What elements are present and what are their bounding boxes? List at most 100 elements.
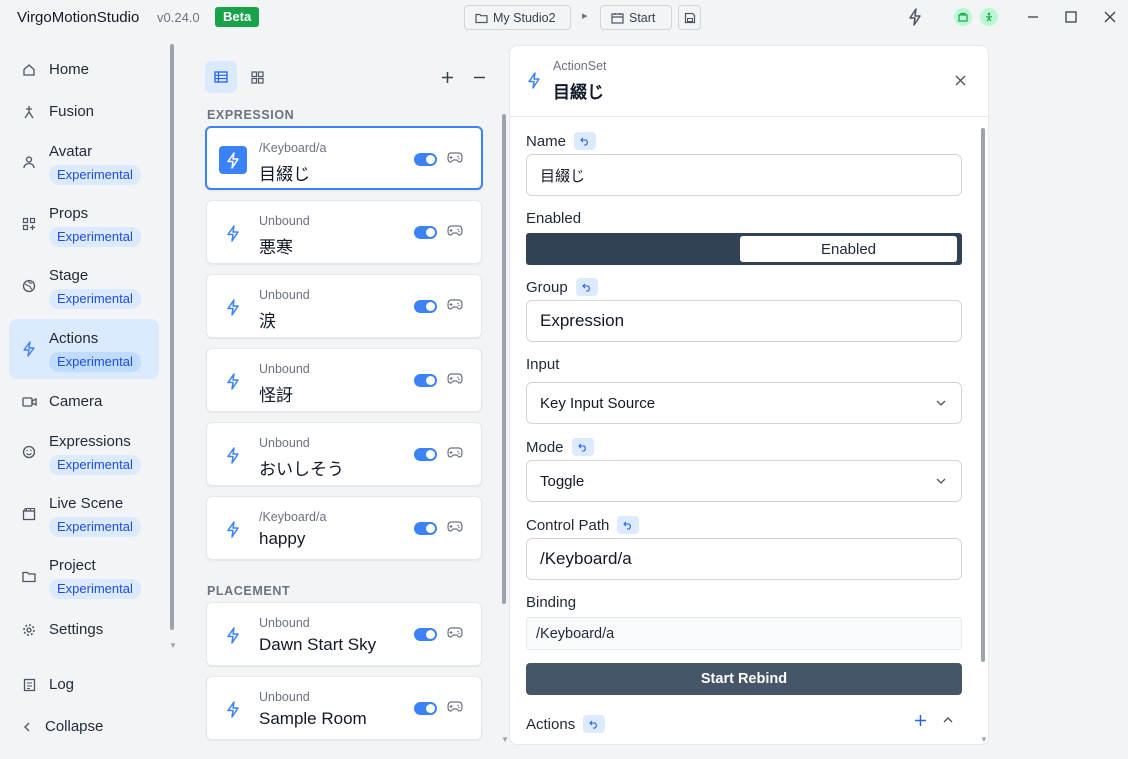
enable-toggle[interactable]: [414, 226, 437, 239]
enable-toggle[interactable]: [414, 374, 437, 387]
close-detail-button[interactable]: [951, 71, 969, 89]
action-card[interactable]: Unbound おいしそう: [206, 422, 482, 486]
mode-value: Toggle: [540, 472, 585, 490]
sidebar-item-project[interactable]: Project Experimental: [9, 552, 159, 600]
input-source-select[interactable]: Key Input Source: [526, 382, 962, 424]
action-card[interactable]: /Keyboard/a 目綴じ: [205, 126, 483, 190]
connection-status-icon[interactable]: [954, 8, 972, 26]
sidebar-item-actions[interactable]: Actions Experimental: [9, 319, 159, 379]
collapse-label: Collapse: [45, 718, 104, 735]
sidebar-item-live-scene[interactable]: Live Scene Experimental: [9, 490, 159, 538]
chevron-left-icon: [19, 719, 35, 735]
grid-view-button[interactable]: [241, 61, 273, 93]
sidebar-item-camera[interactable]: Camera: [9, 388, 159, 416]
action-card[interactable]: Unbound Dawn Start Sky: [206, 602, 482, 666]
action-card[interactable]: /Keyboard/a happy: [206, 496, 482, 560]
experimental-badge: Experimental: [49, 579, 141, 599]
sidebar: Home Fusion Avatar Experimental Props Ex…: [0, 34, 178, 759]
undo-icon: [581, 283, 590, 292]
reset-actions-button[interactable]: [583, 715, 606, 733]
experimental-badge: Experimental: [49, 517, 141, 537]
start-rebind-button[interactable]: Start Rebind: [526, 663, 962, 695]
title-bar: VirgoMotionStudio v0.24.0 Beta My Studio…: [0, 0, 1128, 34]
undo-icon: [589, 720, 598, 729]
list-view-icon: [214, 71, 228, 83]
save-button[interactable]: [678, 5, 701, 30]
lightning-icon: [219, 219, 247, 247]
minimize-button[interactable]: [1023, 7, 1043, 27]
action-binding: Unbound: [259, 616, 310, 630]
sidebar-item-stage[interactable]: Stage Experimental: [9, 262, 159, 310]
sidebar-item-label: Fusion: [49, 103, 95, 120]
binding-label-text: Binding: [526, 594, 577, 611]
detail-kind: ActionSet: [553, 59, 607, 73]
mode-select[interactable]: Toggle: [526, 460, 962, 502]
list-view-button[interactable]: [205, 61, 237, 93]
sidebar-item-avatar[interactable]: Avatar Experimental: [9, 138, 159, 186]
detail-scrollbar[interactable]: [981, 128, 985, 662]
enable-toggle[interactable]: [414, 448, 437, 461]
action-card[interactable]: Unbound 涙: [206, 274, 482, 338]
reset-name-button[interactable]: [574, 132, 597, 150]
enable-toggle[interactable]: [414, 300, 437, 313]
lightning-icon: [527, 72, 543, 90]
plus-icon: [915, 715, 926, 726]
gamepad-icon: [447, 520, 465, 536]
action-name: 涙: [259, 312, 276, 331]
enable-toggle[interactable]: [414, 153, 437, 166]
action-card[interactable]: Unbound Sample Room: [206, 676, 482, 740]
name-input[interactable]: 目綴じ: [526, 154, 962, 196]
chevron-right-icon: ▸: [582, 10, 588, 22]
action-card[interactable]: Unbound 怪訝: [206, 348, 482, 412]
group-input[interactable]: Expression: [526, 300, 962, 342]
remove-action-button[interactable]: [463, 61, 495, 93]
collapse-actions-button[interactable]: [942, 714, 958, 730]
reset-control-path-button[interactable]: [617, 516, 640, 534]
add-action-button[interactable]: [431, 61, 463, 93]
experimental-badge: Experimental: [49, 455, 141, 475]
log-button[interactable]: Log: [9, 671, 159, 699]
collapse-button[interactable]: Collapse: [9, 713, 159, 741]
fusion-icon: [21, 104, 37, 120]
start-button[interactable]: Start: [600, 5, 672, 30]
sidebar-item-expressions[interactable]: Expressions Experimental: [9, 428, 159, 476]
close-window-button[interactable]: [1100, 7, 1120, 27]
enable-toggle[interactable]: [414, 628, 437, 641]
reset-group-button[interactable]: [575, 278, 598, 296]
scroll-down-icon[interactable]: ▼: [501, 735, 509, 744]
sidebar-item-settings[interactable]: Settings: [9, 616, 159, 644]
action-name: happy: [259, 529, 306, 548]
control-path-input[interactable]: /Keyboard/a: [526, 538, 962, 580]
scroll-down-icon[interactable]: ▼: [169, 641, 177, 650]
sidebar-item-label: Home: [49, 61, 90, 78]
studio-button[interactable]: My Studio2: [464, 5, 571, 30]
actions-label: Actions: [526, 715, 606, 733]
sidebar-item-props[interactable]: Props Experimental: [9, 200, 159, 248]
enabled-option[interactable]: Enabled: [740, 236, 957, 262]
enable-toggle[interactable]: [414, 522, 437, 535]
list-scrollbar[interactable]: [502, 114, 506, 604]
gamepad-icon: [447, 626, 465, 642]
scroll-down-icon[interactable]: ▼: [980, 735, 988, 744]
action-list-panel: EXPRESSION/Keyboard/a 目綴じ Unbound 悪寒 Unbound…: [190, 46, 510, 759]
home-icon: [21, 62, 37, 78]
binding-label: Binding: [526, 594, 576, 611]
enabled-toggle[interactable]: Enabled: [526, 233, 962, 265]
folder-icon: [475, 12, 488, 24]
action-name: 悪寒: [259, 238, 293, 257]
minus-icon: [473, 71, 486, 84]
sidebar-item-fusion[interactable]: Fusion: [9, 98, 159, 126]
enable-toggle[interactable]: [414, 702, 437, 715]
tracking-status-icon[interactable]: [980, 8, 998, 26]
add-action-item-button[interactable]: [914, 714, 930, 730]
sidebar-item-home[interactable]: Home: [9, 56, 159, 84]
maximize-button[interactable]: [1061, 7, 1081, 27]
reset-mode-button[interactable]: [571, 438, 594, 456]
action-card[interactable]: Unbound 悪寒: [206, 200, 482, 264]
sidebar-scrollbar[interactable]: [170, 44, 174, 630]
studio-label: My Studio2: [493, 10, 556, 25]
lightning-icon[interactable]: [905, 7, 925, 27]
action-name: Sample Room: [259, 709, 367, 728]
camera-icon: [21, 394, 37, 410]
divider: [510, 116, 988, 117]
